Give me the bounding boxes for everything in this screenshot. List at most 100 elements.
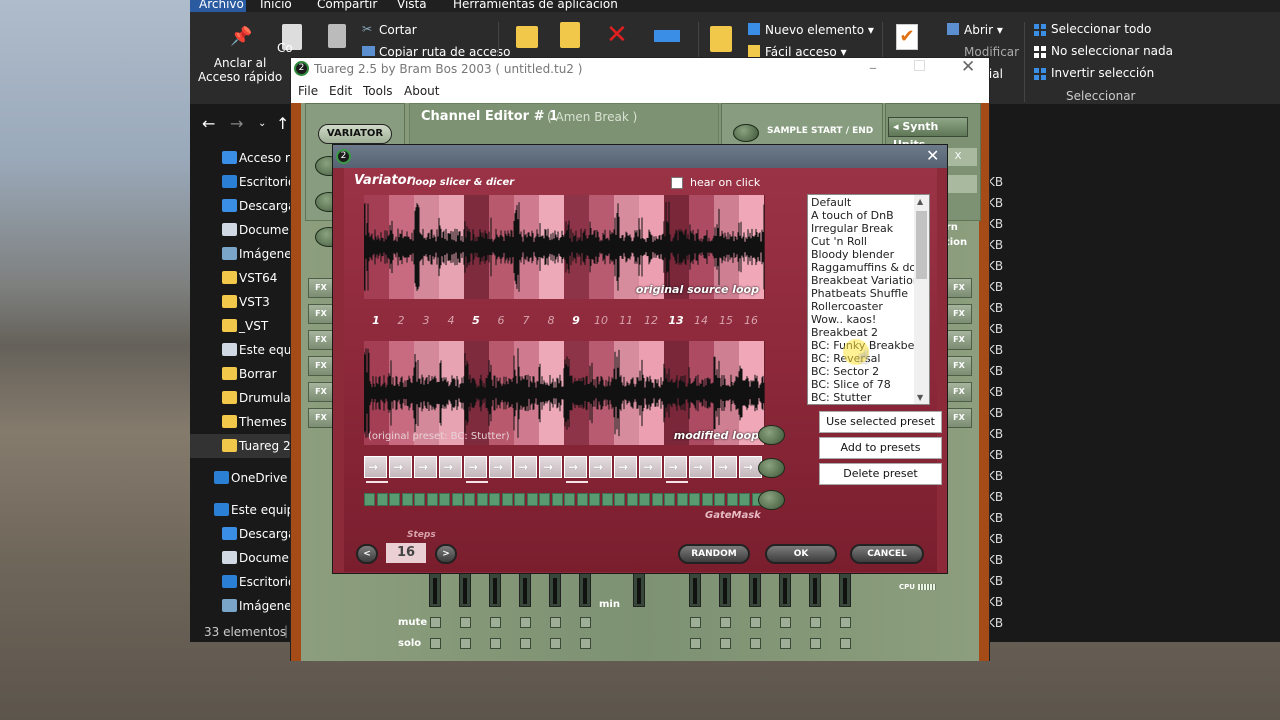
solo-checkbox[interactable]	[460, 638, 471, 649]
nav-item-17[interactable]: Escritorio	[190, 570, 290, 594]
mute-checkbox[interactable]	[720, 617, 731, 628]
preset-scrollbar[interactable]: ▲ ▼	[914, 195, 929, 404]
gatemask-cell[interactable]	[451, 493, 463, 506]
gatemask-cell[interactable]	[564, 493, 575, 506]
nav-item-0[interactable]: Acceso ráp	[190, 146, 290, 170]
pin-quick-access-button[interactable]: Anclar al Acceso rápido	[198, 56, 282, 84]
menu-about[interactable]: About	[404, 84, 439, 98]
nav-item-5[interactable]: VST64	[190, 266, 290, 290]
channel-fader[interactable]	[519, 573, 531, 607]
channel-fader[interactable]	[549, 573, 561, 607]
nav-item-2[interactable]: Descarga	[190, 194, 290, 218]
gatemask-cell[interactable]	[614, 493, 625, 506]
preset-item[interactable]: Breakbeat 2	[811, 326, 878, 339]
mute-checkbox[interactable]	[810, 617, 821, 628]
mute-checkbox[interactable]	[490, 617, 501, 628]
copy-to-icon[interactable]	[560, 22, 580, 48]
channel-fader[interactable]	[779, 573, 791, 607]
fx-right-button-0[interactable]: FX	[946, 278, 972, 298]
gatemask-cell[interactable]	[539, 493, 550, 506]
preset-item[interactable]: Default	[811, 196, 851, 209]
fx-left-button-2[interactable]: FX	[308, 330, 334, 350]
invert-selection-button[interactable]: Invertir selección	[1051, 66, 1154, 80]
gatemask-cell[interactable]	[526, 493, 538, 506]
nav-item-13[interactable]: OneDrive	[190, 466, 290, 490]
channel-fader[interactable]	[459, 573, 471, 607]
preset-item[interactable]: A touch of DnB	[811, 209, 894, 222]
fx-left-button-1[interactable]: FX	[308, 304, 334, 324]
gatemask-cell[interactable]	[664, 493, 675, 506]
solo-checkbox[interactable]	[750, 638, 761, 649]
gatemask-cell[interactable]	[639, 493, 650, 506]
nav-item-15[interactable]: Descarga	[190, 522, 290, 546]
preset-item[interactable]: Phatbeats Shuffle	[811, 287, 908, 300]
tab-inicio[interactable]: Inicio	[260, 0, 292, 11]
gatemask-cell[interactable]	[389, 493, 400, 506]
menu-tools[interactable]: Tools	[363, 84, 393, 98]
select-none-button[interactable]: No seleccionar nada	[1051, 44, 1173, 58]
modified-loop[interactable]: (original preset: BC: Stutter) modified …	[364, 341, 765, 445]
channel-fader[interactable]	[749, 573, 761, 607]
cut-button[interactable]: Cortar	[379, 23, 417, 37]
slice-direction-button[interactable]: →	[439, 456, 462, 478]
up-arrow-icon[interactable]: ↑	[276, 114, 289, 133]
gatemask-cell[interactable]	[476, 493, 488, 506]
preset-item[interactable]: Breakbeat Variation	[811, 274, 916, 287]
solo-checkbox[interactable]	[810, 638, 821, 649]
scroll-thumb[interactable]	[916, 211, 927, 279]
channel-fader[interactable]	[489, 573, 501, 607]
mute-checkbox[interactable]	[520, 617, 531, 628]
gatemask-cell[interactable]	[401, 493, 413, 506]
nav-item-16[interactable]: Docume	[190, 546, 290, 570]
gatemask-cell[interactable]	[676, 493, 688, 506]
gatemask-cell[interactable]	[689, 493, 700, 506]
solo-checkbox[interactable]	[520, 638, 531, 649]
nav-item-14[interactable]: Este equip	[190, 498, 290, 522]
gatemask-cell[interactable]	[626, 493, 638, 506]
mute-checkbox[interactable]	[840, 617, 851, 628]
fx-left-button-0[interactable]: FX	[308, 278, 334, 298]
gatemask-cell[interactable]	[601, 493, 613, 506]
select-all-button[interactable]: Seleccionar todo	[1051, 22, 1151, 36]
preset-item[interactable]: Wow.. kaos!	[811, 313, 876, 326]
preset-item[interactable]: BC: Slice of 78	[811, 378, 891, 391]
slice-direction-button[interactable]: →	[564, 456, 587, 478]
fx-right-button-1[interactable]: FX	[946, 304, 972, 324]
channel-fader[interactable]	[809, 573, 821, 607]
delete-preset-button[interactable]: Delete preset	[819, 463, 942, 485]
tab-herramientas[interactable]: Herramientas de aplicación	[453, 0, 618, 11]
variator-button[interactable]: VARIATOR	[318, 124, 392, 144]
gatemask-oval-button[interactable]	[758, 490, 785, 510]
slice-direction-button[interactable]: →	[389, 456, 412, 478]
gatemask-cell[interactable]	[726, 493, 738, 506]
fx-right-button-3[interactable]: FX	[946, 356, 972, 376]
solo-checkbox[interactable]	[490, 638, 501, 649]
slice-direction-button[interactable]: →	[539, 456, 562, 478]
slice-direction-button[interactable]: →	[489, 456, 512, 478]
original-source-loop[interactable]: original source loop	[364, 195, 765, 299]
gatemask-cell[interactable]	[376, 493, 388, 506]
solo-checkbox[interactable]	[720, 638, 731, 649]
use-selected-preset-button[interactable]: Use selected preset	[819, 411, 942, 433]
mute-checkbox[interactable]	[550, 617, 561, 628]
dialog-close-icon[interactable]: ✕	[926, 146, 939, 165]
fx-right-button-2[interactable]: FX	[946, 330, 972, 350]
gatemask-cell[interactable]	[701, 493, 713, 506]
mute-checkbox[interactable]	[430, 617, 441, 628]
forward-arrow-icon[interactable]: →	[230, 114, 243, 133]
mute-checkbox[interactable]	[780, 617, 791, 628]
scroll-down-icon[interactable]: ▼	[917, 393, 923, 402]
move-to-icon[interactable]	[516, 26, 538, 48]
synth-units-button[interactable]: ◂ Synth Units	[888, 117, 968, 151]
gatemask-cell[interactable]	[464, 493, 475, 506]
tab-vista[interactable]: Vista	[397, 0, 427, 11]
minimize-icon[interactable]: –	[869, 58, 877, 77]
nav-item-8[interactable]: Este equi	[190, 338, 290, 362]
nav-item-6[interactable]: VST3	[190, 290, 290, 314]
channel-fader[interactable]	[689, 573, 701, 607]
tab-compartir[interactable]: Compartir	[317, 0, 377, 11]
close-icon[interactable]: ✕	[961, 57, 975, 77]
solo-checkbox[interactable]	[780, 638, 791, 649]
slice-direction-button[interactable]: →	[589, 456, 612, 478]
preset-item[interactable]: BC: Stutter	[811, 391, 871, 404]
